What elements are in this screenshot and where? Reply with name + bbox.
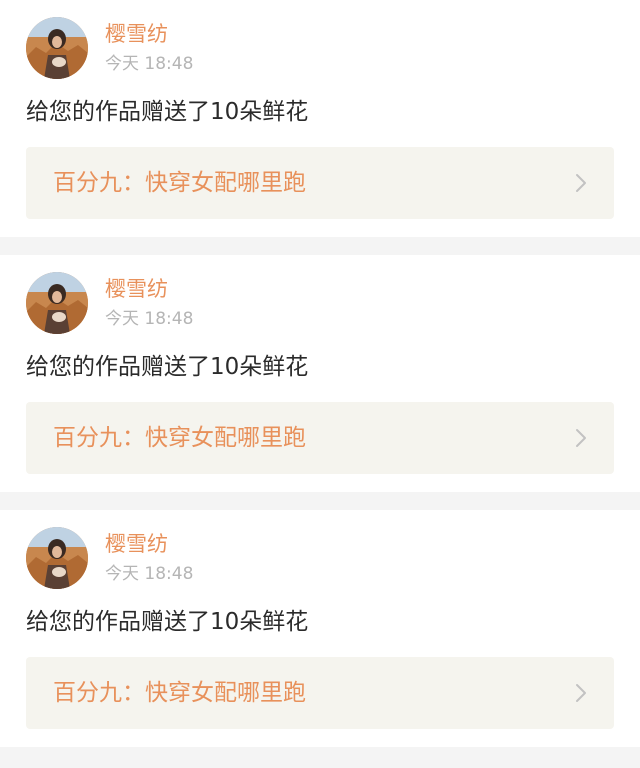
gift-notification-card: 樱雪纺 今天 18:48 给您的作品赠送了10朵鲜花 百分九：快穿女配哪里跑 (0, 255, 640, 492)
user-avatar[interactable] (26, 17, 88, 79)
username[interactable]: 樱雪纺 (105, 530, 168, 558)
work-title: 百分九：快穿女配哪里跑 (53, 170, 306, 196)
gift-message: 给您的作品赠送了10朵鲜花 (26, 609, 309, 635)
work-title: 百分九：快穿女配哪里跑 (53, 680, 306, 706)
work-link[interactable]: 百分九：快穿女配哪里跑 (26, 147, 614, 219)
chevron-right-icon (576, 174, 586, 192)
gift-notification-card: 樱雪纺 今天 18:48 给您的作品赠送了10朵鲜花 百分九：快穿女配哪里跑 (0, 510, 640, 747)
chevron-right-icon (576, 684, 586, 702)
work-title: 百分九：快穿女配哪里跑 (53, 425, 306, 451)
chevron-right-icon (576, 429, 586, 447)
timestamp: 今天 18:48 (105, 564, 194, 584)
notification-feed: 樱雪纺 今天 18:48 给您的作品赠送了10朵鲜花 百分九：快穿女配哪里跑 樱… (0, 0, 640, 747)
timestamp: 今天 18:48 (105, 309, 194, 329)
username[interactable]: 樱雪纺 (105, 20, 168, 48)
work-link[interactable]: 百分九：快穿女配哪里跑 (26, 402, 614, 474)
gift-notification-card: 樱雪纺 今天 18:48 给您的作品赠送了10朵鲜花 百分九：快穿女配哪里跑 (0, 0, 640, 237)
user-avatar[interactable] (26, 527, 88, 589)
timestamp: 今天 18:48 (105, 54, 194, 74)
username[interactable]: 樱雪纺 (105, 275, 168, 303)
user-avatar[interactable] (26, 272, 88, 334)
gift-message: 给您的作品赠送了10朵鲜花 (26, 354, 309, 380)
work-link[interactable]: 百分九：快穿女配哪里跑 (26, 657, 614, 729)
gift-message: 给您的作品赠送了10朵鲜花 (26, 99, 309, 125)
